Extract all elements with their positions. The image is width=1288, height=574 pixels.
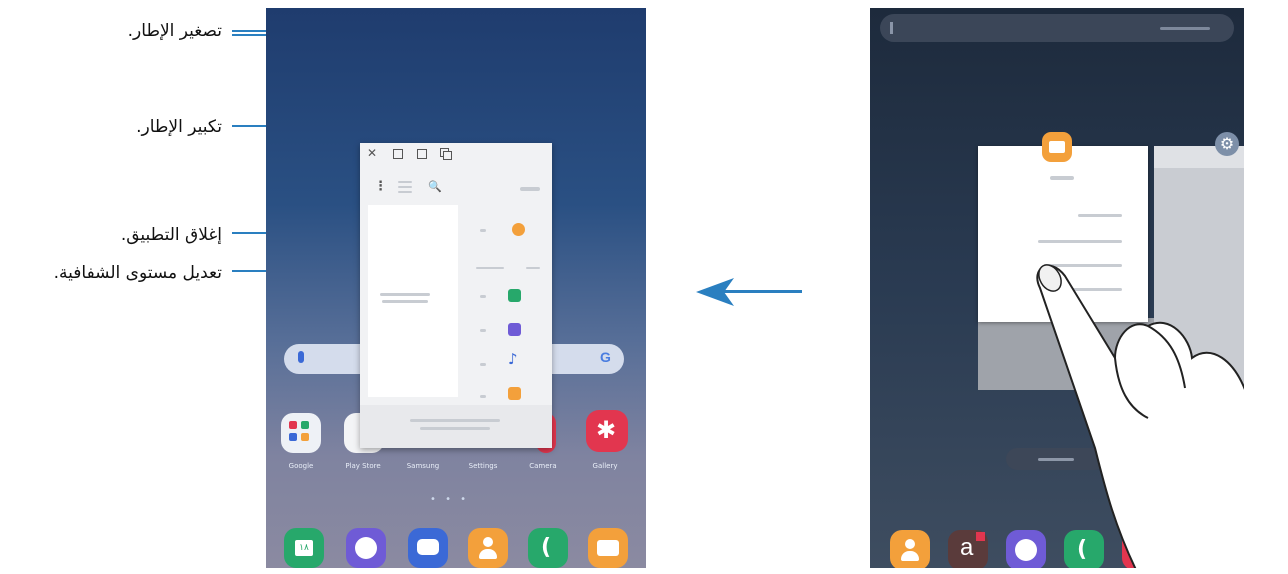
popup-window[interactable]: ✕ ⋮ 🔍 ♪: [360, 143, 552, 448]
popup-title-bar[interactable]: ✕: [360, 143, 552, 163]
popup-toolbar-line2: [398, 186, 412, 188]
app-label-samsung: Samsung: [406, 462, 440, 470]
callout-close: إغلاق التطبيق.: [120, 225, 222, 245]
popup-header-title: [520, 187, 540, 191]
popup-list-dots5: [480, 395, 486, 398]
images-icon[interactable]: [508, 289, 521, 302]
app-label-gallery: Gallery: [592, 462, 618, 470]
contacts-dock-icon[interactable]: [890, 530, 930, 568]
popup-footer-text1: [410, 419, 500, 422]
gallery-app-icon[interactable]: ✱: [586, 410, 628, 452]
popup-list-dots1: [480, 229, 486, 232]
app-label-settings: Settings: [468, 462, 498, 470]
left-tablet-screen: G ✱ Google Play Store Samsung Settings C…: [266, 8, 646, 568]
documents-icon[interactable]: [508, 387, 521, 400]
messages-app-icon[interactable]: [408, 528, 448, 568]
popup-toolbar-line1: [398, 181, 412, 183]
minimize-icon[interactable]: [417, 149, 427, 159]
popup-section-label: [526, 267, 540, 269]
app-label-play: Play Store: [345, 462, 381, 470]
app-label-camera: Camera: [529, 462, 557, 470]
settings-gear-icon[interactable]: ⚙: [1215, 132, 1239, 156]
page-indicator: • • •: [430, 494, 470, 505]
option-2[interactable]: [1038, 240, 1122, 243]
opacity-icon-back: [443, 151, 452, 160]
close-icon[interactable]: ✕: [367, 147, 377, 159]
amazon-dock-icon[interactable]: a: [948, 530, 988, 568]
app-label-google: Google: [288, 462, 314, 470]
more-options-icon[interactable]: ⋮: [374, 180, 387, 193]
google-folder-icon[interactable]: [281, 413, 321, 453]
popup-empty-text1: [380, 293, 430, 296]
option-1[interactable]: [1078, 214, 1122, 217]
maximize-icon[interactable]: [393, 149, 403, 159]
popup-toolbar-line3: [398, 191, 412, 193]
popup-empty-text2: [382, 300, 428, 303]
transition-arrow-shaft: [722, 290, 802, 293]
phone-app-icon[interactable]: (: [528, 528, 568, 568]
popup-footer-text2: [420, 427, 490, 430]
recent-icon[interactable]: [512, 223, 525, 236]
popup-divider: [476, 267, 504, 269]
hand-gesture-illustration: [1036, 264, 1244, 568]
my-files-app-icon[interactable]: [588, 528, 628, 568]
videos-icon[interactable]: [508, 323, 521, 336]
audio-icon[interactable]: ♪: [508, 352, 518, 367]
calendar-date: ١٨: [295, 540, 313, 556]
my-files-card-icon[interactable]: [1042, 132, 1072, 162]
google-icon[interactable]: G: [600, 349, 611, 365]
popup-list-dots4: [480, 363, 486, 366]
callout-minimize: تصغير الإطار.: [127, 21, 222, 41]
mic-icon[interactable]: [298, 351, 304, 363]
search-icon[interactable]: 🔍: [428, 181, 442, 193]
contacts-app-icon[interactable]: [468, 528, 508, 568]
calendar-app-icon[interactable]: ١٨: [284, 528, 324, 568]
callout-opacity: تعديل مستوى الشفافية.: [53, 263, 222, 283]
callout-maximize: تكبير الإطار.: [136, 117, 222, 137]
popup-list-dots3: [480, 329, 486, 332]
internet-app-icon[interactable]: [346, 528, 386, 568]
recents-search-bar[interactable]: [880, 14, 1234, 42]
right-tablet-screen: ⚙ a ( ✱: [870, 8, 1244, 568]
transition-arrow-head: [696, 278, 734, 306]
popup-list-dots2: [480, 295, 486, 298]
